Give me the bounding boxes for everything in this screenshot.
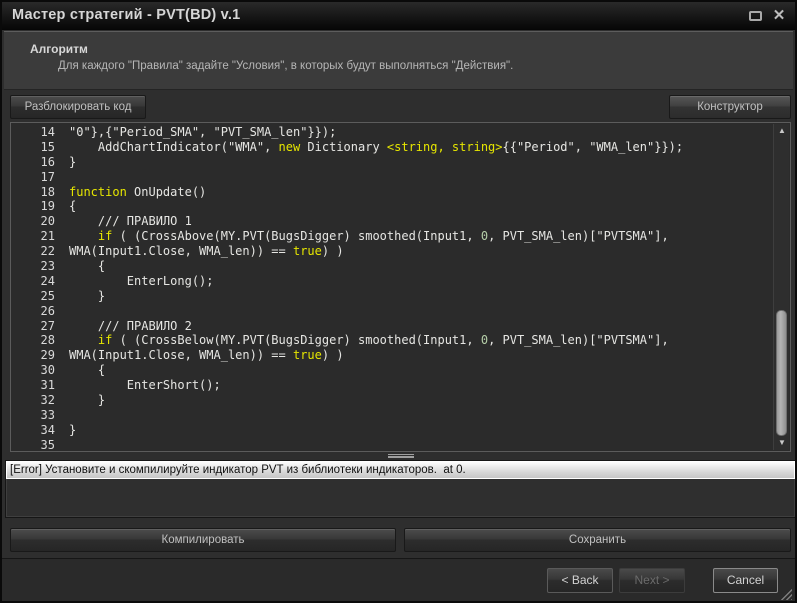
code-line: 14"0"},{"Period_SMA", "PVT_SMA_len"}}); — [11, 125, 772, 140]
code-line: 24 EnterLong(); — [11, 274, 772, 289]
maximize-icon[interactable] — [747, 8, 763, 24]
code-line: 26 — [11, 304, 772, 319]
code-line: 28 if ( (CrossBelow(MY.PVT(BugsDigger) s… — [11, 333, 772, 348]
next-button[interactable]: Next > — [619, 568, 685, 593]
code-line: 23 { — [11, 259, 772, 274]
line-number: 31 — [11, 378, 55, 393]
code-line: 30 { — [11, 363, 772, 378]
code-line: 22WMA(Input1.Close, WMA_len)) == true) ) — [11, 244, 772, 259]
code-line: 29WMA(Input1.Close, WMA_len)) == true) ) — [11, 348, 772, 363]
code-line: 20 /// ПРАВИЛО 1 — [11, 214, 772, 229]
save-button[interactable]: Сохранить — [404, 528, 791, 552]
scroll-up-icon[interactable]: ▲ — [774, 124, 790, 138]
code-line: 25 } — [11, 289, 772, 304]
code-editor[interactable]: 14"0"},{"Period_SMA", "PVT_SMA_len"}});1… — [10, 122, 791, 452]
code-line: 32 } — [11, 393, 772, 408]
constructor-button[interactable]: Конструктор — [669, 95, 791, 119]
line-number: 20 — [11, 214, 55, 229]
scroll-down-icon[interactable]: ▼ — [774, 436, 790, 450]
line-number: 18 — [11, 185, 55, 200]
splitter-grip-icon — [388, 454, 414, 458]
line-number: 21 — [11, 229, 55, 244]
line-number: 26 — [11, 304, 55, 319]
line-number: 33 — [11, 408, 55, 423]
scrollbar-thumb[interactable] — [776, 310, 787, 436]
vertical-scrollbar[interactable]: ▲ ▼ — [773, 124, 789, 450]
line-number: 27 — [11, 319, 55, 334]
cancel-button[interactable]: Cancel — [713, 568, 778, 593]
code-lines: 14"0"},{"Period_SMA", "PVT_SMA_len"}});1… — [11, 125, 772, 451]
step-description: Для каждого "Правила" задайте "Условия",… — [58, 60, 513, 72]
resize-grip[interactable] — [780, 588, 792, 600]
code-line: 33 — [11, 408, 772, 423]
line-number: 14 — [11, 125, 55, 140]
line-number: 17 — [11, 170, 55, 185]
strategy-wizard-window: Мастер стратегий - PVT(BD) v.1 ✕ Алгорит… — [0, 0, 797, 603]
step-title: Алгоритм — [30, 42, 88, 56]
line-number: 23 — [11, 259, 55, 274]
line-number: 15 — [11, 140, 55, 155]
back-button[interactable]: < Back — [547, 568, 613, 593]
line-number: 32 — [11, 393, 55, 408]
error-list-item[interactable]: [Error] Установите и скомпилируйте индик… — [6, 461, 795, 479]
code-line: 34} — [11, 423, 772, 438]
code-line: 17 — [11, 170, 772, 185]
line-number: 34 — [11, 423, 55, 438]
line-number: 30 — [11, 363, 55, 378]
line-number: 35 — [11, 438, 55, 452]
line-number: 25 — [11, 289, 55, 304]
code-line: 21 if ( (CrossAbove(MY.PVT(BugsDigger) s… — [11, 229, 772, 244]
code-line: 19{ — [11, 199, 772, 214]
error-list[interactable]: [Error] Установите и скомпилируйте индик… — [5, 460, 796, 518]
line-number: 24 — [11, 274, 55, 289]
code-line: 27 /// ПРАВИЛО 2 — [11, 319, 772, 334]
maximize-box-glyph — [749, 11, 762, 21]
wizard-footer: < Back Next > Cancel — [2, 558, 795, 603]
code-line: 35 — [11, 438, 772, 452]
code-line: 16} — [11, 155, 772, 170]
code-line: 18function OnUpdate() — [11, 185, 772, 200]
wizard-step-header: Алгоритм Для каждого "Правила" задайте "… — [4, 31, 793, 90]
close-icon[interactable]: ✕ — [771, 8, 787, 24]
window-title: Мастер стратегий - PVT(BD) v.1 — [12, 2, 240, 29]
splitter-handle[interactable] — [10, 452, 791, 460]
line-number: 22 — [11, 244, 55, 259]
line-number: 28 — [11, 333, 55, 348]
compile-button[interactable]: Компилировать — [10, 528, 396, 552]
titlebar: Мастер стратегий - PVT(BD) v.1 ✕ — [2, 2, 795, 30]
unlock-code-button[interactable]: Разблокировать код — [10, 95, 146, 119]
code-line: 15 AddChartIndicator("WMA", new Dictiona… — [11, 140, 772, 155]
line-number: 19 — [11, 199, 55, 214]
line-number: 29 — [11, 348, 55, 363]
line-number: 16 — [11, 155, 55, 170]
code-line: 31 EnterShort(); — [11, 378, 772, 393]
